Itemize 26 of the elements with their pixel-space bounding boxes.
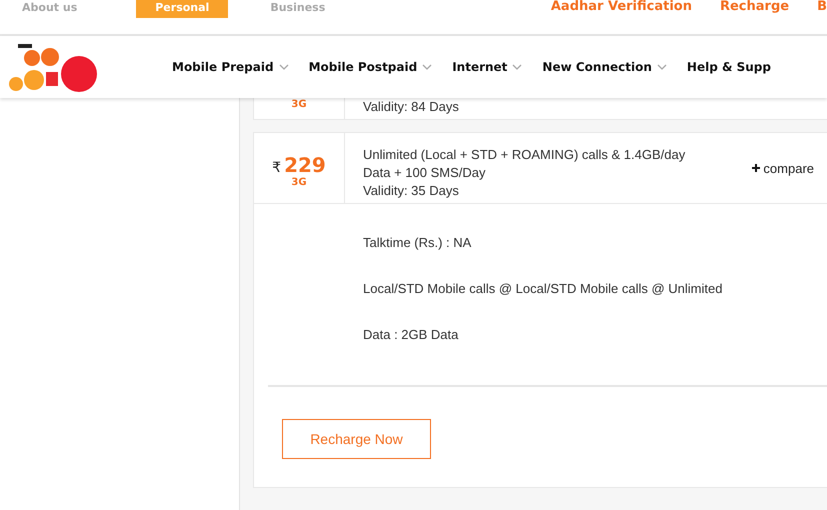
plan-description: Validity: 35 Days bbox=[363, 183, 460, 199]
nav-menu-item[interactable]: Mobile Prepaid bbox=[172, 60, 289, 74]
top-tab[interactable]: About us bbox=[22, 0, 78, 18]
plan-detail: Data : 2GB Data bbox=[363, 327, 460, 343]
recharge-now-button[interactable]: Recharge Now bbox=[282, 419, 431, 459]
top-link[interactable]: Aadhar Verification bbox=[550, 0, 692, 14]
top-link[interactable]: Recharge bbox=[720, 0, 790, 14]
nav-menu-item[interactable]: Help & Supp bbox=[686, 60, 771, 74]
plan-description: Unlimited (Local + STD + ROAMING) calls & 1.4GB/day bbox=[363, 147, 686, 163]
nav-menu-item[interactable]: Internet bbox=[452, 60, 522, 74]
network-type: 3G bbox=[291, 98, 307, 110]
plan-price: 229 bbox=[284, 152, 326, 176]
rupee-symbol: ₹ bbox=[272, 160, 282, 176]
plan-detail: Talktime (Rs.) : NA bbox=[363, 235, 472, 251]
network-type: 3G bbox=[291, 176, 307, 188]
compare-link[interactable]: compare bbox=[752, 160, 814, 176]
plan-description: Validity: 84 Days bbox=[363, 99, 460, 115]
nav-menu-item[interactable]: Mobile Postpaid bbox=[308, 60, 432, 74]
plus-icon bbox=[752, 164, 760, 172]
top-tab[interactable]: Business bbox=[270, 0, 326, 18]
plan-detail: Local/STD Mobile calls @ Local/STD Mobile calls @ Unlimited bbox=[363, 281, 724, 297]
top-link[interactable]: B bbox=[817, 0, 827, 14]
plan-description: Data + 100 SMS/Day bbox=[363, 165, 486, 181]
logo-icon[interactable] bbox=[6, 42, 100, 92]
top-tab[interactable]: Personal bbox=[136, 0, 228, 18]
nav-menu-item[interactable]: New Connection bbox=[542, 60, 667, 74]
